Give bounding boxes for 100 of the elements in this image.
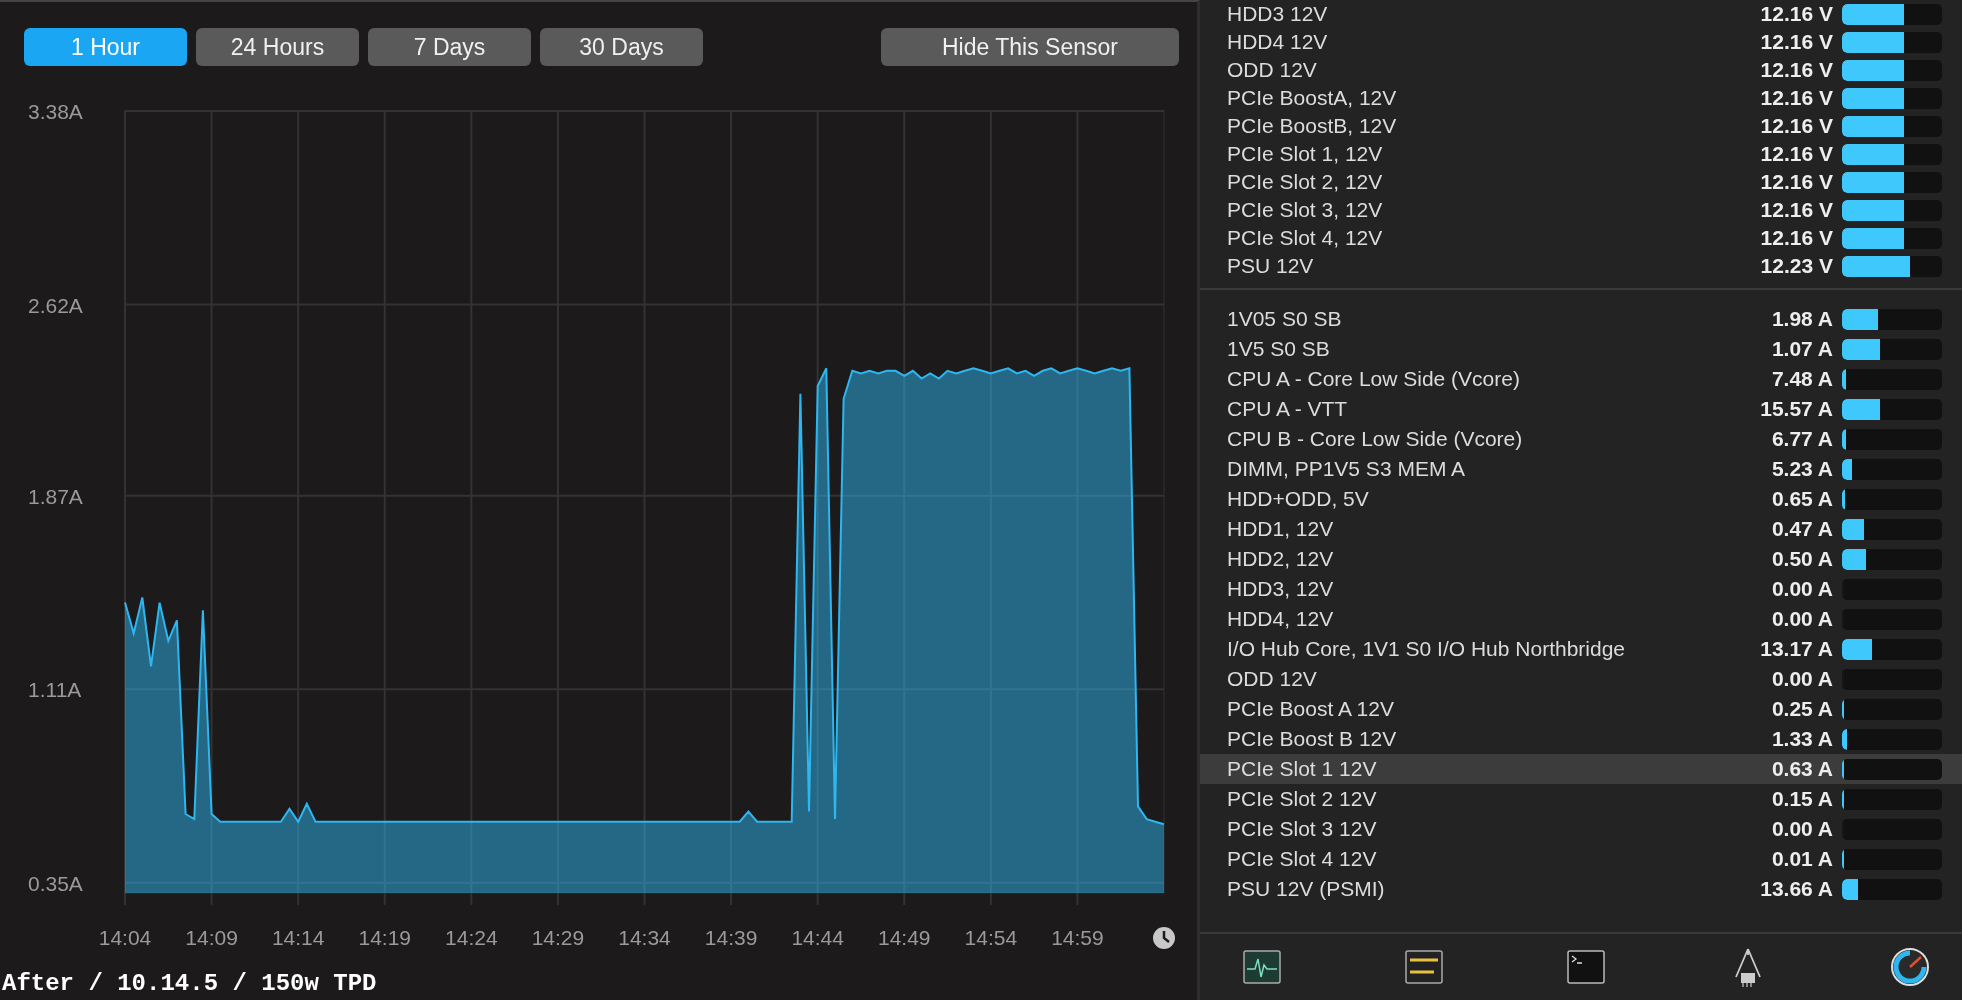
sensor-reading: 12.16 V [1760,58,1833,82]
sensor-name: HDD4 12V [1227,30,1329,54]
sensor-name: PCIe Slot 1, 12V [1227,142,1384,166]
sensor-row[interactable]: 1V05 S0 SB 1.98 A [1200,304,1962,334]
sensor-name: CPU A - Core Low Side (Vcore) [1227,367,1521,391]
sensor-reading: 12.16 V [1760,170,1833,194]
sensor-row[interactable]: PCIe Slot 3 12V 0.00 A [1200,814,1962,844]
sensor-reading: 1.33 A [1771,727,1833,751]
sensor-row[interactable]: HDD3, 12V 0.00 A [1200,574,1962,604]
sensor-row[interactable]: PCIe Slot 4 12V 0.01 A [1200,844,1962,874]
sensor-row[interactable]: I/O Hub Core, 1V1 S0 I/O Hub Northbridge 13.17 A [1200,634,1962,664]
x-axis-label: 14:29 [531,926,585,949]
caption-text: After / 10.14.5 / 150w TPD [1,970,378,997]
speedometer-icon[interactable] [1888,945,1932,989]
sensor-reading: 6.77 A [1771,427,1833,451]
sensor-reading: 0.65 A [1771,487,1833,511]
y-axis-label: 2.62A [28,293,83,317]
sensor-name: 1V05 S0 SB [1227,307,1343,331]
sensor-row[interactable]: 1V5 S0 SB 1.07 A [1200,334,1962,364]
sensor-name: PCIe Slot 3 12V [1227,817,1378,841]
y-axis-label: 1.87A [28,484,83,508]
x-axis-label: 14:59 [1051,926,1104,949]
sensor-name: PCIe BoostB, 12V [1227,114,1398,138]
sensor-row[interactable]: PCIe Slot 1 12V 0.63 A [1200,754,1962,784]
sensor-row[interactable]: PCIe Slot 4, 12V 12.16 V [1200,224,1962,252]
sensor-row[interactable]: PSU 12V (PSMI) 13.66 A [1200,874,1962,904]
sensor-row[interactable]: PCIe Boost A 12V 0.25 A [1200,694,1962,724]
sensor-row[interactable]: HDD4 12V 12.16 V [1200,28,1962,56]
sensor-row[interactable]: PCIe Slot 1, 12V 12.16 V [1200,140,1962,168]
clock-icon[interactable] [1153,927,1175,949]
sensor-row[interactable]: HDD4, 12V 0.00 A [1200,604,1962,634]
sensor-row[interactable]: ODD 12V 12.16 V [1200,56,1962,84]
sensor-name: HDD4, 12V [1227,607,1335,631]
sensor-name: PSU 12V (PSMI) [1227,877,1386,901]
sensor-reading: 1.07 A [1771,337,1833,361]
sensor-row[interactable]: HDD1, 12V 0.47 A [1200,514,1962,544]
sensor-reading: 0.63 A [1771,757,1833,781]
x-axis-label: 14:39 [704,926,758,949]
sensor-name: PCIe Slot 4 12V [1227,847,1378,871]
sensor-name: DIMM, PP1V5 S3 MEM A [1227,457,1467,481]
sensor-reading: 12.16 V [1760,226,1833,250]
sensor-reading: 0.00 A [1771,577,1833,601]
sensor-name: HDD+ODD, 5V [1227,487,1370,511]
x-axis-label: 14:54 [964,926,1018,949]
sensor-row[interactable]: HDD3 12V 12.16 V [1200,0,1962,28]
sensor-reading: 1.98 A [1771,307,1833,331]
y-axis-label: 1.11A [28,678,82,702]
sensor-name: 1V5 S0 SB [1227,337,1331,361]
sensor-row[interactable]: PCIe BoostB, 12V 12.16 V [1200,112,1962,140]
sensor-name: ODD 12V [1227,667,1318,691]
sensor-reading: 12.23 V [1760,254,1833,278]
sensor-row[interactable]: PCIe BoostA, 12V 12.16 V [1200,84,1962,112]
x-axis-label: 14:14 [271,926,325,949]
hide-sensor-button[interactable]: Hide This Sensor [881,28,1179,66]
sensor-name: CPU A - VTT [1227,397,1349,421]
sensor-name: PCIe Slot 2 12V [1227,787,1378,811]
sensor-name: HDD2, 12V [1227,547,1335,571]
sensor-reading: 0.00 A [1771,817,1833,841]
range-tab[interactable]: 7 Days [368,28,531,66]
sensor-reading: 0.50 A [1771,547,1833,571]
x-axis-label: 14:04 [98,926,152,949]
sensor-reading: 5.23 A [1771,457,1833,481]
range-tab[interactable]: 30 Days [540,28,703,66]
sensor-row[interactable]: PCIe Slot 2, 12V 12.16 V [1200,168,1962,196]
sensor-name: PCIe Boost B 12V [1227,727,1398,751]
sensor-name: ODD 12V [1227,58,1318,82]
sensor-row[interactable]: CPU B - Core Low Side (Vcore) 6.77 A [1200,424,1962,454]
sensor-row[interactable]: HDD+ODD, 5V 0.65 A [1200,484,1962,514]
sensor-reading: 0.00 A [1771,667,1833,691]
sensor-reading: 0.47 A [1771,517,1833,541]
sensor-row[interactable]: PCIe Slot 2 12V 0.15 A [1200,784,1962,814]
range-tab[interactable]: 24 Hours [196,28,359,66]
y-axis-label: 0.35A [28,871,83,895]
x-axis-label: 14:49 [877,926,931,949]
sensor-row[interactable]: PCIe Slot 3, 12V 12.16 V [1200,196,1962,224]
sensor-row[interactable]: PSU 12V 12.23 V [1200,252,1962,280]
sensor-reading: 0.00 A [1771,607,1833,631]
sensor-row[interactable]: HDD2, 12V 0.50 A [1200,544,1962,574]
sensor-reading: 12.16 V [1760,2,1833,26]
x-axis-label: 14:19 [358,926,412,949]
sensor-name: HDD3, 12V [1227,577,1335,601]
sensor-row[interactable]: CPU A - Core Low Side (Vcore) 7.48 A [1200,364,1962,394]
sensor-name: HDD1, 12V [1227,517,1335,541]
sensor-reading: 12.16 V [1760,198,1833,222]
sensor-row[interactable]: ODD 12V 0.00 A [1200,664,1962,694]
x-axis-label: 14:34 [618,926,671,949]
sensor-reading: 7.48 A [1771,367,1833,391]
sensor-name: PCIe Slot 3, 12V [1227,198,1384,222]
sensor-name: HDD3 12V [1227,2,1329,26]
sensor-reading: 0.01 A [1771,847,1833,871]
x-axis-label: 14:24 [445,926,498,949]
sensor-row[interactable]: DIMM, PP1V5 S3 MEM A 5.23 A [1200,454,1962,484]
sensor-reading: 12.16 V [1760,142,1833,166]
y-axis-label: 3.38A [28,102,83,123]
sensor-reading: 12.16 V [1760,114,1833,138]
sensor-row[interactable]: PCIe Boost B 12V 1.33 A [1200,724,1962,754]
sensor-reading: 15.57 A [1760,397,1833,421]
sensor-row[interactable]: CPU A - VTT 15.57 A [1200,394,1962,424]
sensor-name: PSU 12V [1227,254,1315,278]
sensor-reading: 0.15 A [1771,787,1833,811]
